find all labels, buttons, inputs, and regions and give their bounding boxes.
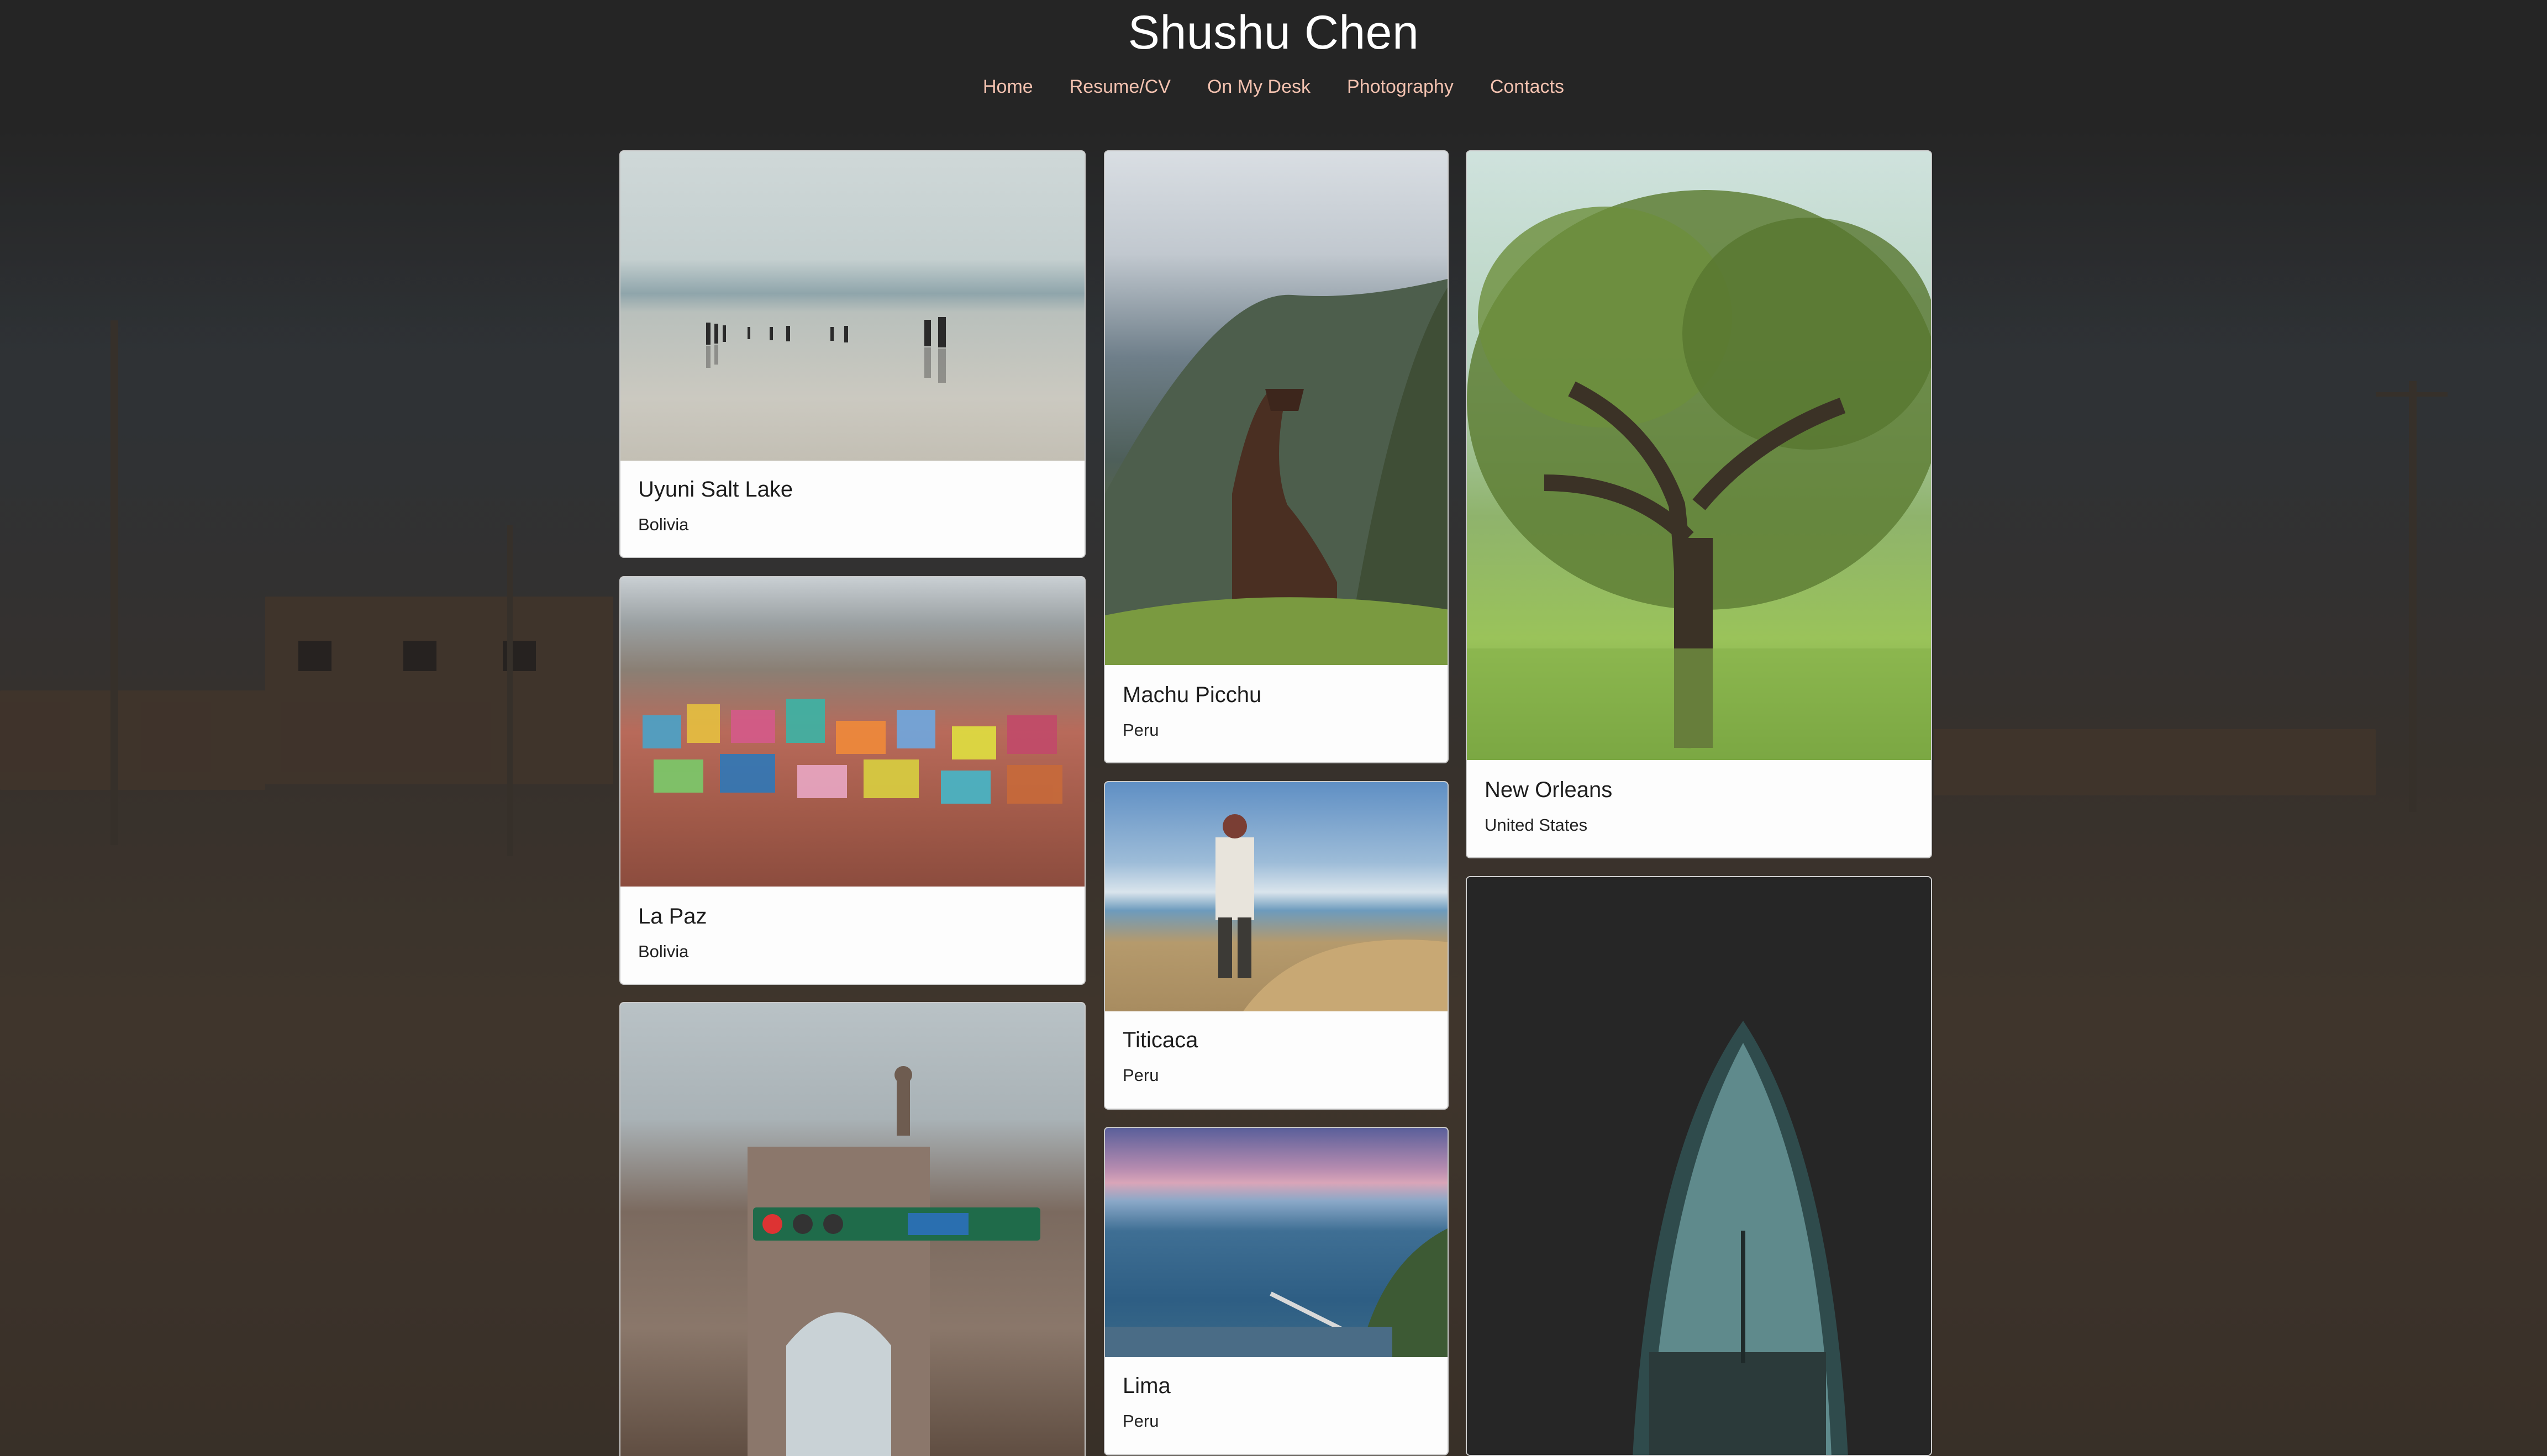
photo-la-paz	[620, 577, 1085, 887]
gallery-card-new-orleans[interactable]: New Orleans United States	[1466, 150, 1932, 858]
photo-lima	[1105, 1128, 1448, 1357]
card-title: Machu Picchu	[1123, 683, 1262, 707]
card-title: Uyuni Salt Lake	[638, 477, 793, 502]
card-subtitle: Bolivia	[638, 515, 689, 534]
photo-machu-picchu	[1105, 151, 1448, 665]
main-nav: Home Resume/CV On My Desk Photography Co…	[0, 76, 2547, 98]
photo-window-view	[1467, 877, 1931, 1455]
gallery-card-cusco[interactable]	[619, 1002, 1086, 1456]
gallery-card-uyuni[interactable]: Uyuni Salt Lake Bolivia	[619, 150, 1086, 558]
card-subtitle: Peru	[1123, 720, 1159, 740]
card-title: Titicaca	[1123, 1028, 1198, 1052]
nav-contacts[interactable]: Contacts	[1490, 76, 1564, 98]
photo-window-view-details	[1633, 1021, 1848, 1455]
card-subtitle: Peru	[1123, 1411, 1159, 1431]
photo-uyuni-figures	[706, 317, 946, 383]
gallery-card-lima[interactable]: Lima Peru	[1104, 1127, 1449, 1455]
photo-la-paz-buildings	[643, 699, 1062, 804]
photo-new-orleans-oak	[1467, 190, 1931, 760]
photo-new-orleans	[1467, 151, 1931, 760]
site-title: Shushu Chen	[1128, 6, 1419, 59]
gallery-card-machu-picchu[interactable]: Machu Picchu Peru	[1104, 150, 1449, 763]
nav-on-my-desk[interactable]: On My Desk	[1207, 76, 1311, 98]
photo-machu-picchu-llama	[1105, 278, 1448, 665]
gallery-card-la-paz[interactable]: La Paz Bolivia	[619, 576, 1086, 985]
photo-lima-coast	[1105, 1228, 1448, 1357]
photo-cusco-details	[748, 1066, 1040, 1456]
card-subtitle: Peru	[1123, 1065, 1159, 1085]
photo-uyuni-salt-lake	[620, 151, 1085, 461]
card-subtitle: Bolivia	[638, 942, 689, 961]
nav-home[interactable]: Home	[983, 76, 1033, 98]
gallery-card-titicaca[interactable]: Titicaca Peru	[1104, 781, 1449, 1110]
card-title: La Paz	[638, 904, 707, 929]
card-subtitle: United States	[1485, 815, 1588, 835]
card-title: Lima	[1123, 1374, 1171, 1398]
photo-cusco-arch	[620, 1003, 1085, 1456]
nav-photography[interactable]: Photography	[1347, 76, 1454, 98]
photo-titicaca	[1105, 782, 1448, 1011]
card-title: New Orleans	[1485, 778, 1613, 802]
nav-resume-cv[interactable]: Resume/CV	[1070, 76, 1171, 98]
photo-titicaca-boatman	[1215, 814, 1448, 1011]
gallery-card-window-view[interactable]	[1466, 876, 1932, 1456]
